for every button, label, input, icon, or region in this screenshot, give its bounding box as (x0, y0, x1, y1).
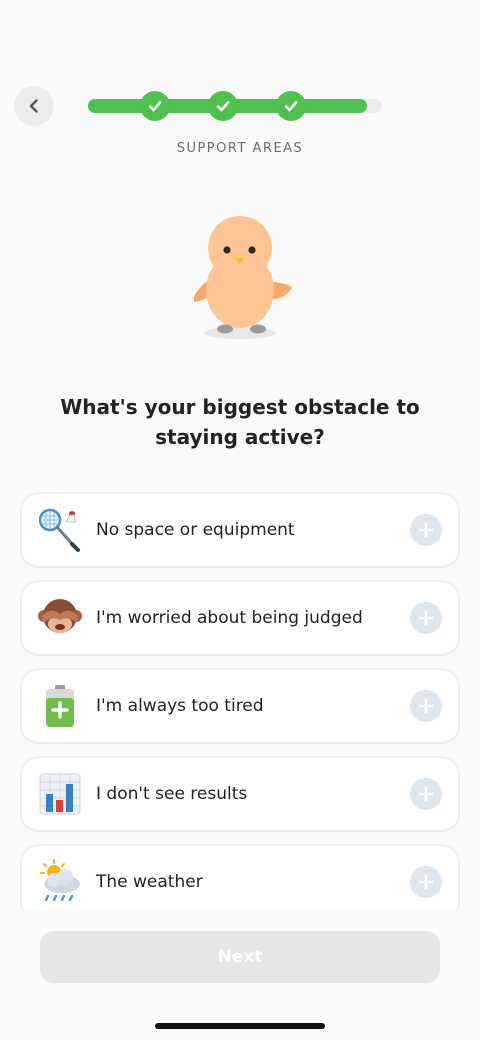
add-plus-icon[interactable] (410, 514, 442, 546)
chevron-left-icon (29, 99, 38, 113)
option-no-space-or-equipment[interactable]: No space or equipment (20, 492, 460, 568)
see-no-evil-monkey-icon (36, 594, 84, 642)
chick-mascot-icon (186, 212, 296, 346)
bar-chart-icon (36, 770, 84, 818)
add-plus-icon[interactable] (410, 690, 442, 722)
option-label: The weather (96, 872, 203, 892)
step-complete-check-icon (140, 91, 170, 121)
option-the-weather[interactable]: The weather (20, 844, 460, 910)
back-button[interactable] (14, 86, 54, 126)
option-label: I'm worried about being judged (96, 608, 363, 628)
option-always-too-tired[interactable]: I'm always too tired (20, 668, 460, 744)
option-dont-see-results[interactable]: I don't see results (20, 756, 460, 832)
option-label: I don't see results (96, 784, 248, 804)
home-indicator (155, 1023, 325, 1029)
step-label: SUPPORT AREAS (176, 141, 304, 156)
add-plus-icon[interactable] (410, 602, 442, 634)
step-complete-check-icon (276, 91, 306, 121)
options-list: No space or equipment I'm worried about … (20, 492, 460, 910)
add-plus-icon[interactable] (410, 778, 442, 810)
option-worried-about-being-judged[interactable]: I'm worried about being judged (20, 580, 460, 656)
question-heading: What's your biggest obstacle to staying … (60, 395, 420, 449)
badminton-icon (36, 506, 84, 554)
progress-bar (88, 91, 382, 121)
next-button[interactable]: Next (40, 931, 440, 983)
battery-icon (36, 682, 84, 730)
step-complete-check-icon (208, 91, 238, 121)
option-label: I'm always too tired (96, 696, 264, 716)
add-plus-icon[interactable] (410, 866, 442, 898)
option-label: No space or equipment (96, 520, 295, 540)
sun-behind-rain-cloud-icon (36, 858, 84, 906)
